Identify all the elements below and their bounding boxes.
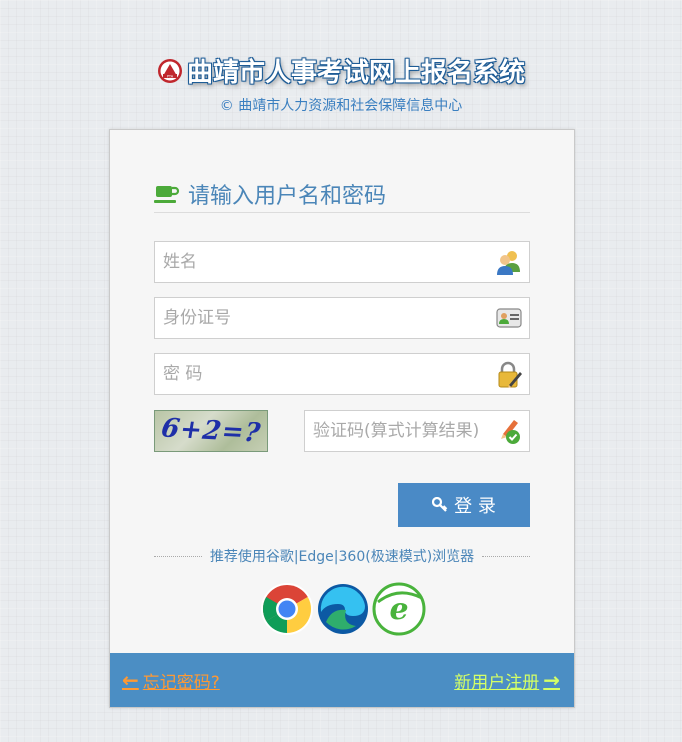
password-field bbox=[154, 353, 530, 395]
key-icon bbox=[432, 497, 448, 512]
pta-logo-icon: PTA bbox=[157, 58, 182, 83]
browser-recommendation: 推荐使用谷歌|Edge|360(极速模式)浏览器 bbox=[154, 546, 530, 566]
lock-pencil-icon bbox=[498, 361, 522, 388]
copyright-text: © 曲靖市人力资源和社会保障信息中心 bbox=[219, 98, 463, 114]
password-input[interactable] bbox=[155, 354, 483, 394]
captcha-text: 6+2=? bbox=[158, 413, 264, 449]
login-button[interactable]: 登 录 bbox=[398, 483, 530, 527]
pencil-check-icon bbox=[501, 420, 520, 444]
edge-icon[interactable] bbox=[316, 582, 370, 636]
name-field bbox=[154, 241, 530, 283]
header: PTA 曲靖市人事考试网上报名系统 © 曲靖市人力资源和社会保障信息中心 bbox=[0, 52, 682, 115]
browser-icons: e bbox=[260, 582, 426, 636]
coffee-cup-icon bbox=[154, 186, 180, 203]
divider-right bbox=[482, 555, 530, 557]
divider-left bbox=[154, 555, 202, 557]
panel-footer: ← 忘记密码? 新用户注册 → bbox=[110, 653, 574, 707]
title-row: PTA 曲靖市人事考试网上报名系统 bbox=[0, 52, 682, 89]
arrow-right-icon: → bbox=[543, 668, 560, 692]
panel-heading-text: 请输入用户名和密码 bbox=[188, 184, 387, 209]
login-panel: 请输入用户名和密码 6+2=? bbox=[109, 129, 575, 708]
arrow-left-icon: ← bbox=[122, 668, 139, 692]
name-input[interactable] bbox=[155, 242, 483, 282]
360-browser-icon[interactable]: e bbox=[372, 582, 426, 636]
recommend-text: 推荐使用谷歌|Edge|360(极速模式)浏览器 bbox=[209, 549, 475, 565]
register-label: 新用户注册 bbox=[454, 672, 540, 693]
chrome-icon[interactable] bbox=[260, 582, 314, 636]
captcha-field bbox=[304, 410, 530, 452]
users-icon bbox=[497, 251, 520, 275]
captcha-image[interactable]: 6+2=? bbox=[154, 410, 268, 452]
register-link[interactable]: 新用户注册 → bbox=[454, 668, 560, 693]
panel-heading: 请输入用户名和密码 bbox=[154, 176, 530, 213]
svg-text:PTA: PTA bbox=[167, 74, 174, 78]
captcha-input[interactable] bbox=[305, 411, 493, 451]
id-number-field bbox=[154, 297, 530, 339]
svg-text:e: e bbox=[389, 592, 408, 627]
forgot-password-label: 忘记密码? bbox=[142, 672, 220, 693]
forgot-password-link[interactable]: ← 忘记密码? bbox=[122, 668, 220, 693]
id-card-icon bbox=[496, 308, 522, 328]
login-button-label: 登 录 bbox=[454, 496, 496, 517]
site-title: 曲靖市人事考试网上报名系统 bbox=[186, 58, 525, 88]
id-number-input[interactable] bbox=[155, 298, 483, 338]
